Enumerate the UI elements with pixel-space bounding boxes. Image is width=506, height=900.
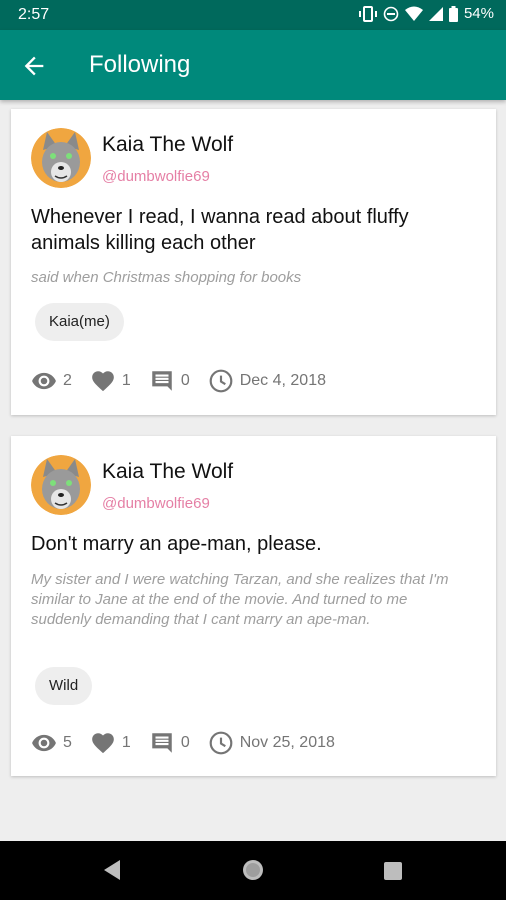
back-button[interactable] [20, 52, 48, 80]
clock-icon [209, 731, 233, 755]
post-card[interactable]: Kaia The Wolf @dumbwolfie69 Don't marry … [11, 436, 496, 776]
heart-icon [92, 733, 114, 754]
post-stats: 2 1 0 Dec 4, 2018 [31, 368, 344, 394]
system-nav-bar [0, 841, 506, 900]
app-bar: Following [0, 30, 506, 100]
comment-icon [152, 371, 172, 391]
status-time: 2:57 [18, 6, 50, 23]
views-stat: 5 [31, 730, 72, 756]
likes-count: 1 [121, 734, 131, 751]
battery-percent: 54% [463, 5, 494, 22]
likes-stat[interactable]: 1 [90, 730, 131, 756]
avatar[interactable] [31, 128, 91, 188]
comment-icon [152, 733, 172, 753]
views-count: 5 [63, 734, 72, 751]
date-stat: Dec 4, 2018 [208, 368, 326, 394]
wifi-icon [404, 6, 423, 21]
comments-count: 0 [180, 372, 190, 389]
post-date: Dec 4, 2018 [239, 372, 326, 389]
quote-context: said when Christmas shopping for books [31, 269, 302, 286]
comments-stat[interactable]: 0 [149, 730, 190, 756]
likes-stat[interactable]: 1 [90, 368, 131, 394]
status-bar: 2:57 54% [0, 0, 506, 30]
square-recents-icon [384, 862, 402, 880]
nav-home-button[interactable] [241, 858, 265, 887]
date-stat: Nov 25, 2018 [208, 730, 335, 756]
eye-icon [32, 734, 56, 752]
quote-text: Don't marry an ape-man, please. [31, 533, 322, 555]
nav-back-button[interactable] [102, 859, 122, 886]
eye-icon [32, 372, 56, 390]
vibrate-icon [358, 5, 377, 22]
views-stat: 2 [31, 368, 72, 394]
clock-icon [209, 369, 233, 393]
quote-context: My sister and I were watching Tarzan, an… [31, 571, 449, 628]
battery-icon [448, 5, 458, 22]
cell-signal-icon [428, 6, 443, 21]
comments-count: 0 [180, 734, 190, 751]
post-date: Nov 25, 2018 [239, 734, 335, 751]
views-count: 2 [63, 372, 72, 389]
post-card[interactable]: Kaia The Wolf @dumbwolfie69 Whenever I r… [11, 109, 496, 415]
author-handle[interactable]: @dumbwolfie69 [102, 495, 210, 512]
author-name[interactable]: Kaia The Wolf [102, 133, 233, 157]
tag-chip[interactable]: Wild [35, 667, 93, 705]
tag-chip[interactable]: Kaia(me) [35, 303, 124, 341]
comments-stat[interactable]: 0 [149, 368, 190, 394]
likes-count: 1 [121, 372, 131, 389]
author-name[interactable]: Kaia The Wolf [102, 460, 233, 484]
page-title: Following [89, 51, 191, 78]
wolf-avatar-icon [31, 455, 91, 515]
post-stats: 5 1 0 Nov 25, 2018 [31, 730, 353, 756]
quote-text: Whenever I read, I wanna read about fluf… [31, 206, 409, 254]
nav-recents-button[interactable] [383, 861, 403, 886]
heart-icon [92, 371, 114, 392]
circle-home-icon [243, 860, 263, 880]
triangle-back-icon [104, 860, 120, 880]
status-icons: 54% [358, 5, 494, 22]
do-not-disturb-icon [383, 6, 399, 21]
arrow-back-icon [24, 56, 44, 76]
wolf-avatar-icon [31, 128, 91, 188]
author-handle[interactable]: @dumbwolfie69 [102, 168, 210, 185]
avatar[interactable] [31, 455, 91, 515]
